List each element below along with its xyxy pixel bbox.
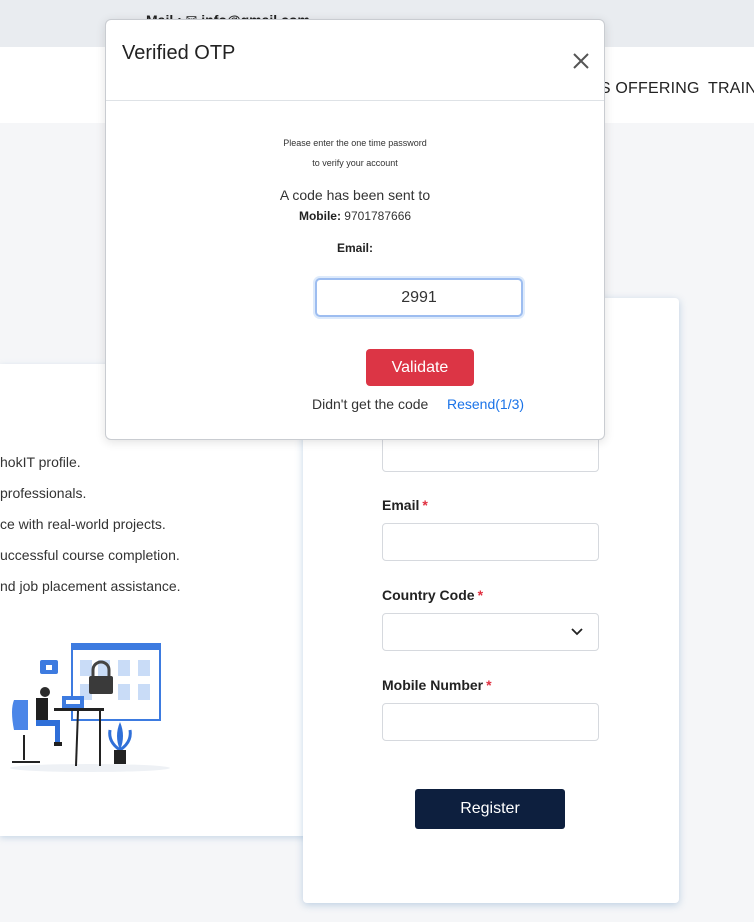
info-line: ce with real-world projects. — [0, 516, 166, 532]
resend-link[interactable]: Resend(1/3) — [447, 396, 524, 412]
email-info: Email: — [106, 241, 604, 255]
otp-instruction-line2: to verify your account — [312, 158, 398, 168]
didnt-get-code-text: Didn't get the code — [312, 396, 429, 412]
security-illustration — [10, 643, 170, 772]
mobile-info-label: Mobile: — [298, 209, 341, 223]
otp-instruction-line1: Please enter the one time password — [283, 138, 427, 148]
country-code-select[interactable] — [382, 613, 599, 651]
otp-input[interactable] — [315, 278, 523, 317]
country-code-label: Country Code * — [382, 587, 484, 603]
email-info-label: Email: — [336, 241, 373, 255]
chevron-down-icon — [571, 628, 583, 636]
validate-button[interactable]: Validate — [366, 349, 474, 386]
info-line: professionals. — [0, 485, 87, 501]
mobile-info: Mobile: 9701787666 — [106, 209, 604, 223]
mobile-number-label: Mobile Number * — [382, 677, 492, 693]
nav-item-services-offering[interactable]: ES OFFERING — [589, 80, 700, 98]
otp-modal: Verified OTP Please enter the one time p… — [105, 19, 605, 440]
mobile-number-field[interactable] — [382, 703, 599, 741]
register-button[interactable]: Register — [415, 789, 565, 829]
email-label: Email * — [382, 497, 428, 513]
info-line: hokIT profile. — [0, 454, 81, 470]
info-line: uccessful course completion. — [0, 547, 180, 563]
modal-title: Verified OTP — [122, 42, 236, 64]
modal-divider — [106, 100, 604, 101]
code-sent-text: A code has been sent to — [279, 187, 431, 203]
close-icon[interactable] — [572, 52, 590, 70]
mobile-info-value: 9701787666 — [344, 209, 412, 223]
nav-item-training[interactable]: TRAIN — [708, 80, 754, 98]
info-line: nd job placement assistance. — [0, 578, 181, 594]
email-field[interactable] — [382, 523, 599, 561]
